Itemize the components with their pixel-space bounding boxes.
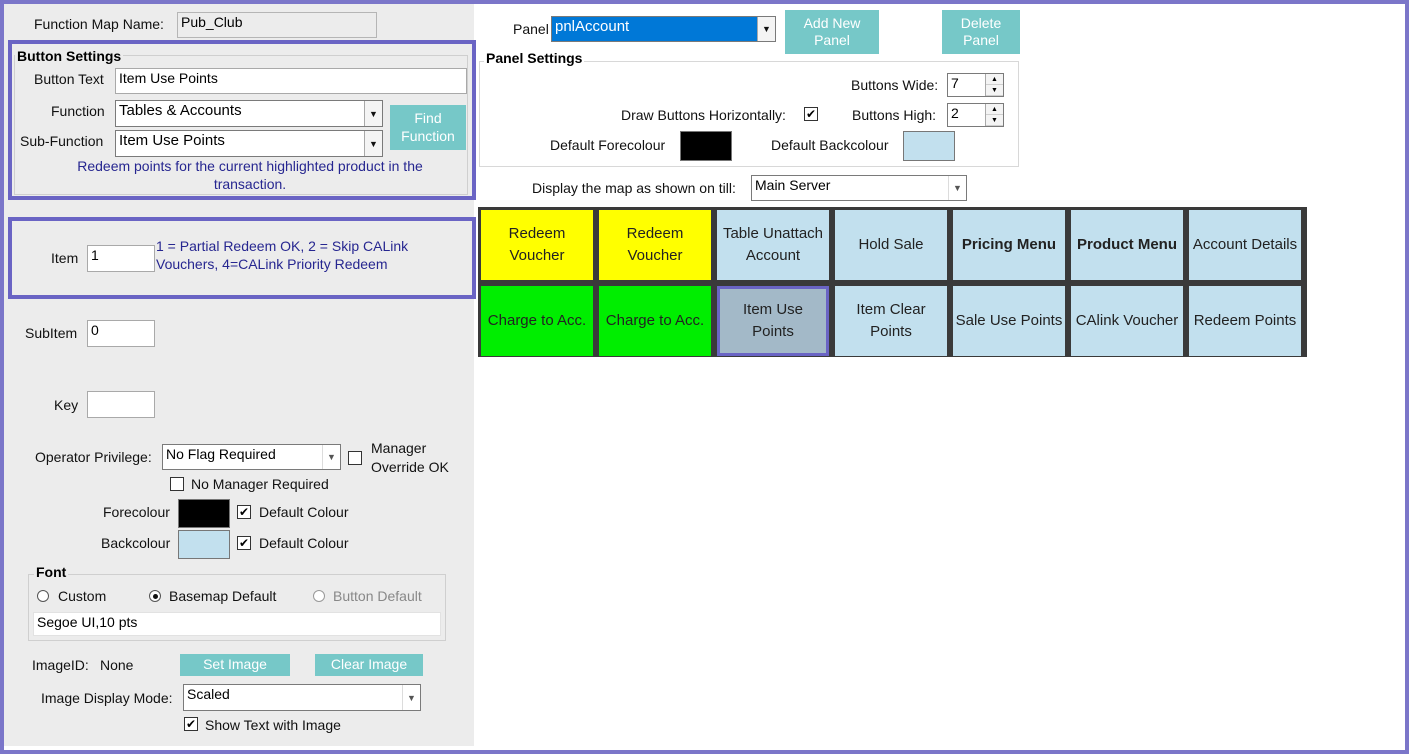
fore-default-checkbox[interactable]: ✔ [237, 505, 251, 519]
map-name-label: Function Map Name: [34, 16, 164, 32]
clear-image-button[interactable]: Clear Image [315, 654, 423, 676]
add-new-panel-button[interactable]: Add New Panel [785, 10, 879, 54]
font-value-field[interactable]: Segoe UI,10 pts [33, 612, 441, 636]
map-button[interactable]: Pricing Menu [953, 210, 1065, 280]
image-mode-value: Scaled [187, 686, 230, 702]
draw-horiz-label: Draw Buttons Horizontally: [621, 107, 786, 123]
backcolour-swatch[interactable] [178, 530, 230, 559]
map-button[interactable]: Sale Use Points [953, 286, 1065, 356]
map-button[interactable]: Account Details [1189, 210, 1301, 280]
chevron-down-icon[interactable]: ▼ [402, 685, 420, 710]
buttons-wide-value: 7 [951, 75, 959, 91]
font-custom-label: Custom [58, 588, 107, 604]
subitem-input[interactable]: 0 [87, 320, 155, 347]
font-group-title: Font [34, 564, 69, 580]
show-text-checkbox[interactable]: ✔ [184, 717, 198, 731]
map-button[interactable]: Product Menu [1071, 210, 1183, 280]
item-highlight [8, 217, 476, 299]
buttons-high-value: 2 [951, 105, 959, 121]
map-button[interactable]: Table Unattach Account [717, 210, 829, 280]
fore-default-label: Default Colour [259, 504, 349, 520]
map-button[interactable]: Item Clear Points [835, 286, 947, 356]
chevron-down-icon[interactable]: ▼ [757, 17, 775, 41]
operator-privilege-value: No Flag Required [166, 446, 276, 462]
font-button-default-label: Button Default [333, 588, 422, 604]
spin-down-icon[interactable]: ▼ [986, 115, 1003, 126]
manager-override-label: Manager Override OK [371, 440, 449, 475]
no-manager-label: No Manager Required [191, 476, 329, 492]
panel-select-value: pnlAccount [555, 18, 630, 35]
display-till-label: Display the map as shown on till: [532, 180, 736, 196]
back-default-checkbox[interactable]: ✔ [237, 536, 251, 550]
key-input[interactable] [87, 391, 155, 418]
image-id-label: ImageID: [32, 657, 89, 673]
default-forecolour-swatch[interactable] [680, 131, 732, 161]
chevron-down-icon[interactable]: ▼ [948, 176, 966, 200]
set-image-button[interactable]: Set Image [180, 654, 290, 676]
map-button[interactable]: Redeem Points [1189, 286, 1301, 356]
spin-up-icon[interactable]: ▲ [986, 74, 1003, 85]
default-forecolour-label: Default Forecolour [550, 137, 666, 153]
backcolour-label: Backcolour [101, 535, 171, 551]
image-id-value: None [100, 657, 134, 673]
delete-panel-button[interactable]: Delete Panel [942, 10, 1020, 54]
draw-horiz-checkbox[interactable]: ✔ [804, 107, 818, 121]
map-name-field[interactable]: Pub_Club [177, 12, 377, 38]
image-mode-select[interactable]: Scaled ▼ [183, 684, 421, 711]
back-default-label: Default Colour [259, 535, 349, 551]
default-backcolour-swatch[interactable] [903, 131, 955, 161]
display-till-value: Main Server [755, 177, 831, 193]
chevron-down-icon[interactable]: ▼ [322, 445, 340, 469]
spin-up-icon[interactable]: ▲ [986, 104, 1003, 115]
button-map-grid: Redeem Voucher Redeem Voucher Table Unatta… [478, 207, 1307, 357]
show-text-label: Show Text with Image [205, 717, 341, 733]
manager-override-checkbox[interactable] [348, 451, 362, 465]
panel-settings-title: Panel Settings [484, 50, 585, 66]
map-button[interactable]: Item Use Points [717, 286, 829, 356]
buttons-high-label: Buttons High: [852, 107, 937, 123]
operator-privilege-select[interactable]: No Flag Required ▼ [162, 444, 341, 470]
no-manager-checkbox[interactable] [170, 477, 184, 491]
buttons-high-spinner[interactable]: 2 ▲ ▼ [947, 103, 1004, 127]
default-backcolour-label: Default Backcolour [771, 137, 889, 153]
map-button[interactable]: Redeem Voucher [599, 210, 711, 280]
panel-label: Panel [513, 21, 549, 37]
font-button-default-radio[interactable] [313, 590, 325, 602]
panel-select[interactable]: pnlAccount ▼ [551, 16, 776, 42]
display-till-select[interactable]: Main Server ▼ [751, 175, 967, 201]
font-basemap-radio[interactable] [149, 590, 161, 602]
subitem-label: SubItem [25, 325, 78, 341]
map-button[interactable]: Hold Sale [835, 210, 947, 280]
key-label: Key [54, 397, 79, 413]
font-basemap-label: Basemap Default [169, 588, 277, 604]
forecolour-swatch[interactable] [178, 499, 230, 528]
font-custom-radio[interactable] [37, 590, 49, 602]
buttons-wide-spinner[interactable]: 7 ▲ ▼ [947, 73, 1004, 97]
image-mode-label: Image Display Mode: [41, 690, 173, 706]
buttons-wide-label: Buttons Wide: [851, 77, 939, 93]
map-button[interactable]: CAlink Voucher [1071, 286, 1183, 356]
operator-privilege-label: Operator Privilege: [35, 449, 152, 465]
forecolour-label: Forecolour [103, 504, 170, 520]
button-settings-highlight [8, 40, 476, 200]
map-button[interactable]: Redeem Voucher [481, 210, 593, 280]
spin-down-icon[interactable]: ▼ [986, 85, 1003, 96]
map-button[interactable]: Charge to Acc. [481, 286, 593, 356]
map-button[interactable]: Charge to Acc. [599, 286, 711, 356]
